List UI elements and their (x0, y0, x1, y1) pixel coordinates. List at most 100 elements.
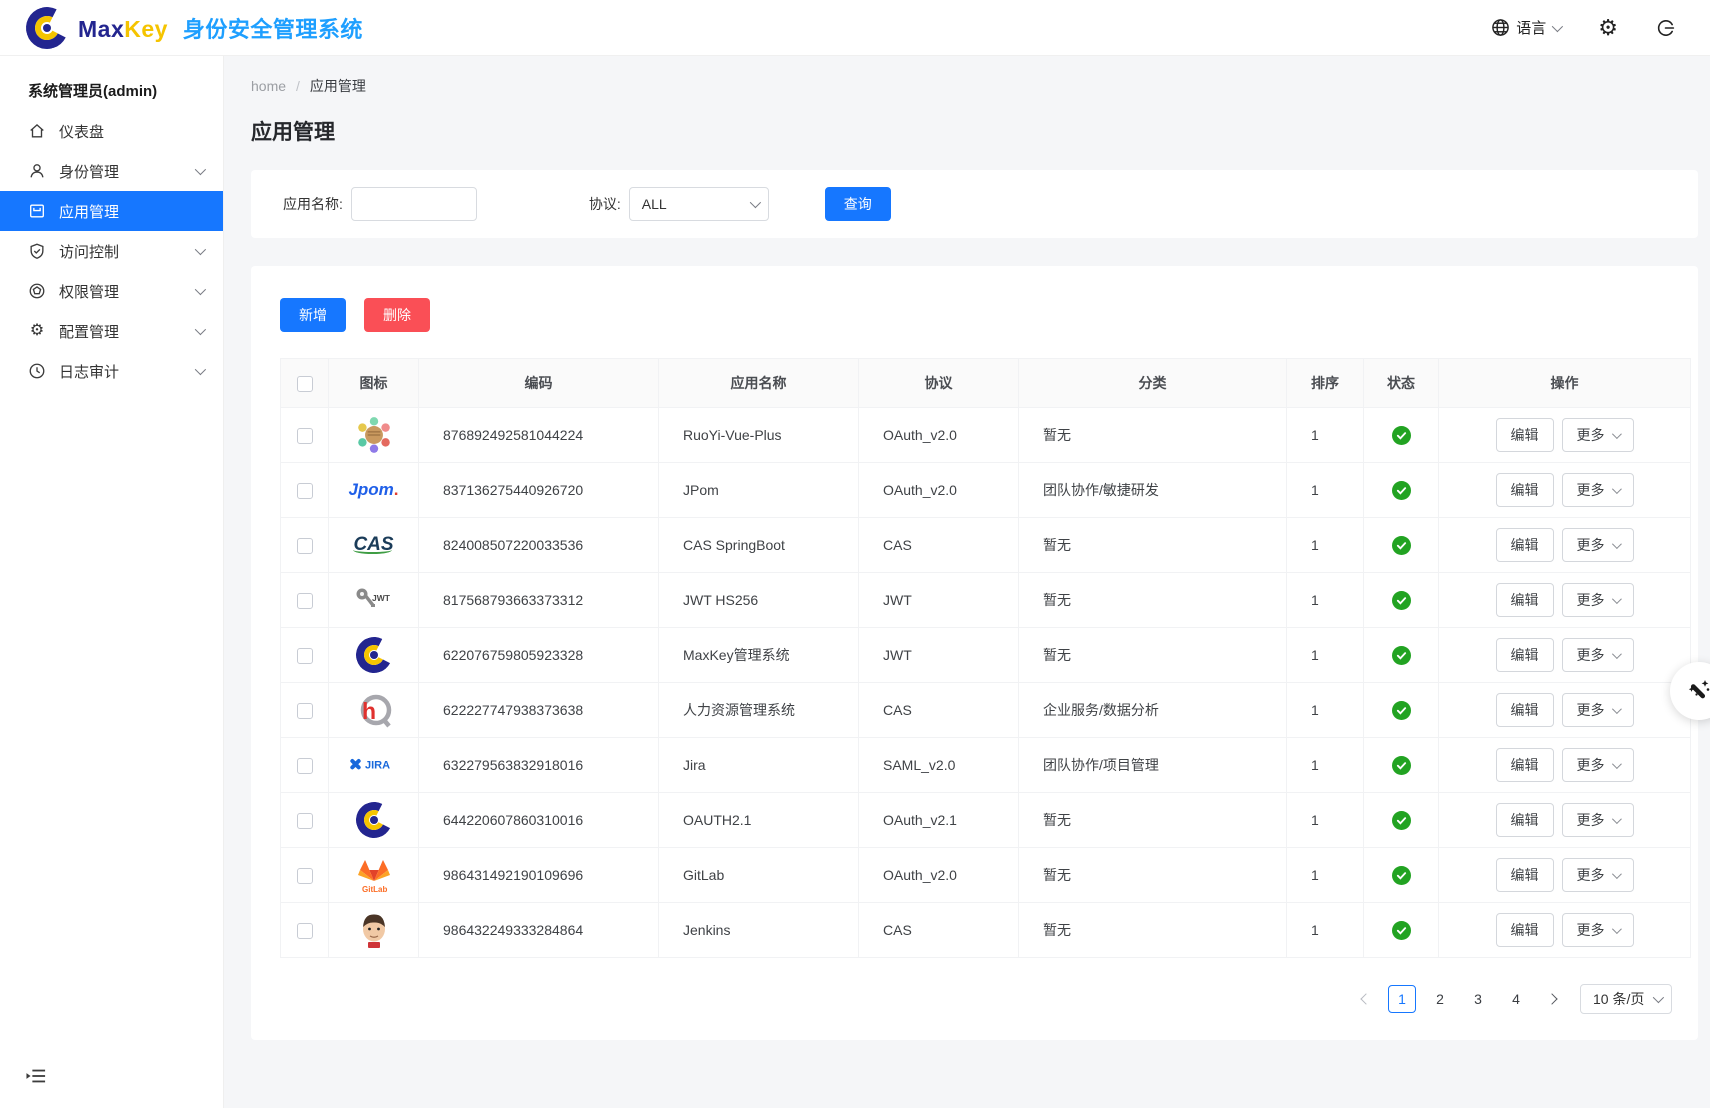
row-checkbox[interactable] (297, 593, 313, 609)
edit-button[interactable]: 编辑 (1496, 913, 1554, 947)
chevron-down-icon (1611, 484, 1621, 494)
row-checkbox[interactable] (297, 538, 313, 554)
column-header-sort: 排序 (1287, 359, 1364, 408)
app-sort: 1 (1287, 463, 1364, 518)
table-row: 622076759805923328 MaxKey管理系统 JWT 暂无 1 编… (281, 628, 1691, 683)
chevron-down-icon (1611, 814, 1621, 824)
row-checkbox[interactable] (297, 703, 313, 719)
more-button[interactable]: 更多 (1562, 528, 1634, 562)
edit-button[interactable]: 编辑 (1496, 803, 1554, 837)
app-name-label: 应用名称: (283, 194, 343, 214)
app-code: 622076759805923328 (419, 628, 659, 683)
app-sort: 1 (1287, 683, 1364, 738)
breadcrumb-home[interactable]: home (251, 78, 286, 94)
sidebar-item-configuration[interactable]: ⚙ 配置管理 (0, 311, 223, 351)
chevron-down-icon (1611, 429, 1621, 439)
page-size-select[interactable]: 10 条/页 (1580, 984, 1672, 1014)
app-code: 986431492190109696 (419, 848, 659, 903)
sidebar-item-identity[interactable]: 身份管理 (0, 151, 223, 191)
search-button[interactable]: 查询 (825, 187, 891, 221)
sidebar-collapse-button[interactable] (26, 1067, 46, 1090)
edit-button[interactable]: 编辑 (1496, 748, 1554, 782)
more-button[interactable]: 更多 (1562, 913, 1634, 947)
app-code: 817568793663373312 (419, 573, 659, 628)
table-row: 986432249333284864 Jenkins CAS 暂无 1 编辑 更… (281, 903, 1691, 958)
app-name-input[interactable] (351, 187, 477, 221)
app-name: JPom (659, 463, 859, 518)
table-row: JWT 817568793663373312 JWT HS256 JWT 暂无 … (281, 573, 1691, 628)
next-page-button[interactable] (1540, 995, 1564, 1003)
add-button[interactable]: 新增 (280, 298, 346, 332)
edit-button[interactable]: 编辑 (1496, 418, 1554, 452)
prev-page-button[interactable] (1354, 995, 1378, 1003)
app-code: 986432249333284864 (419, 903, 659, 958)
svg-text:JWT: JWT (372, 593, 391, 603)
app-protocol: OAuth_v2.0 (859, 408, 1019, 463)
row-checkbox[interactable] (297, 923, 313, 939)
app-sort: 1 (1287, 738, 1364, 793)
delete-button[interactable]: 删除 (364, 298, 430, 332)
more-button[interactable]: 更多 (1562, 693, 1634, 727)
edit-button[interactable]: 编辑 (1496, 693, 1554, 727)
more-button[interactable]: 更多 (1562, 638, 1634, 672)
sidebar-item-audit-log[interactable]: 日志审计 (0, 351, 223, 391)
edit-button[interactable]: 编辑 (1496, 583, 1554, 617)
row-checkbox[interactable] (297, 483, 313, 499)
row-checkbox[interactable] (297, 758, 313, 774)
app-category: 暂无 (1019, 573, 1287, 628)
table-panel: 新增 删除 图标 编码 应用名称 协议 (251, 266, 1698, 1040)
edit-button[interactable]: 编辑 (1496, 858, 1554, 892)
protocol-select[interactable]: ALL (629, 187, 769, 221)
row-checkbox[interactable] (297, 428, 313, 444)
svg-text:JIRA: JIRA (365, 760, 390, 772)
app-code: 876892492581044224 (419, 408, 659, 463)
chevron-down-icon (750, 197, 761, 208)
chevron-down-icon (1611, 649, 1621, 659)
page-button-1[interactable]: 1 (1388, 985, 1416, 1013)
app-name: MaxKey管理系统 (659, 628, 859, 683)
page-button-3[interactable]: 3 (1464, 985, 1492, 1013)
page-button-2[interactable]: 2 (1426, 985, 1454, 1013)
select-all-checkbox[interactable] (297, 376, 313, 392)
app-sort: 1 (1287, 628, 1364, 683)
sidebar-item-access-control[interactable]: 访问控制 (0, 231, 223, 271)
chevron-down-icon (1653, 992, 1664, 1003)
row-checkbox[interactable] (297, 868, 313, 884)
sidebar-item-applications[interactable]: 应用管理 (0, 191, 223, 231)
breadcrumb: home / 应用管理 (251, 76, 1698, 96)
app-sort: 1 (1287, 408, 1364, 463)
sidebar-item-permissions[interactable]: 权限管理 (0, 271, 223, 311)
row-checkbox[interactable] (297, 813, 313, 829)
more-button[interactable]: 更多 (1562, 748, 1634, 782)
app-category: 暂无 (1019, 408, 1287, 463)
gear-icon: ⚙ (1598, 17, 1618, 39)
app-protocol: CAS (859, 683, 1019, 738)
logout-button[interactable] (1656, 18, 1676, 38)
more-button[interactable]: 更多 (1562, 803, 1634, 837)
app-category: 暂无 (1019, 628, 1287, 683)
page-button-4[interactable]: 4 (1502, 985, 1530, 1013)
app-name: JWT HS256 (659, 573, 859, 628)
settings-button[interactable]: ⚙ (1598, 17, 1618, 39)
app-sort: 1 (1287, 848, 1364, 903)
column-header-name: 应用名称 (659, 359, 859, 408)
app-protocol: CAS (859, 903, 1019, 958)
app-sort: 1 (1287, 793, 1364, 848)
jpom-icon: Jpom. (348, 468, 400, 512)
language-menu[interactable]: 语言 (1491, 17, 1560, 38)
edit-button[interactable]: 编辑 (1496, 528, 1554, 562)
more-button[interactable]: 更多 (1562, 473, 1634, 507)
app-name: RuoYi-Vue-Plus (659, 408, 859, 463)
row-checkbox[interactable] (297, 648, 313, 664)
more-button[interactable]: 更多 (1562, 583, 1634, 617)
more-button[interactable]: 更多 (1562, 858, 1634, 892)
app-protocol: OAuth_v2.0 (859, 463, 1019, 518)
more-button[interactable]: 更多 (1562, 418, 1634, 452)
status-enabled-icon (1392, 811, 1411, 830)
maxkey-logo-icon (26, 7, 68, 49)
edit-button[interactable]: 编辑 (1496, 638, 1554, 672)
sidebar-item-dashboard[interactable]: 仪表盘 (0, 111, 223, 151)
edit-button[interactable]: 编辑 (1496, 473, 1554, 507)
status-enabled-icon (1392, 921, 1411, 940)
status-enabled-icon (1392, 866, 1411, 885)
